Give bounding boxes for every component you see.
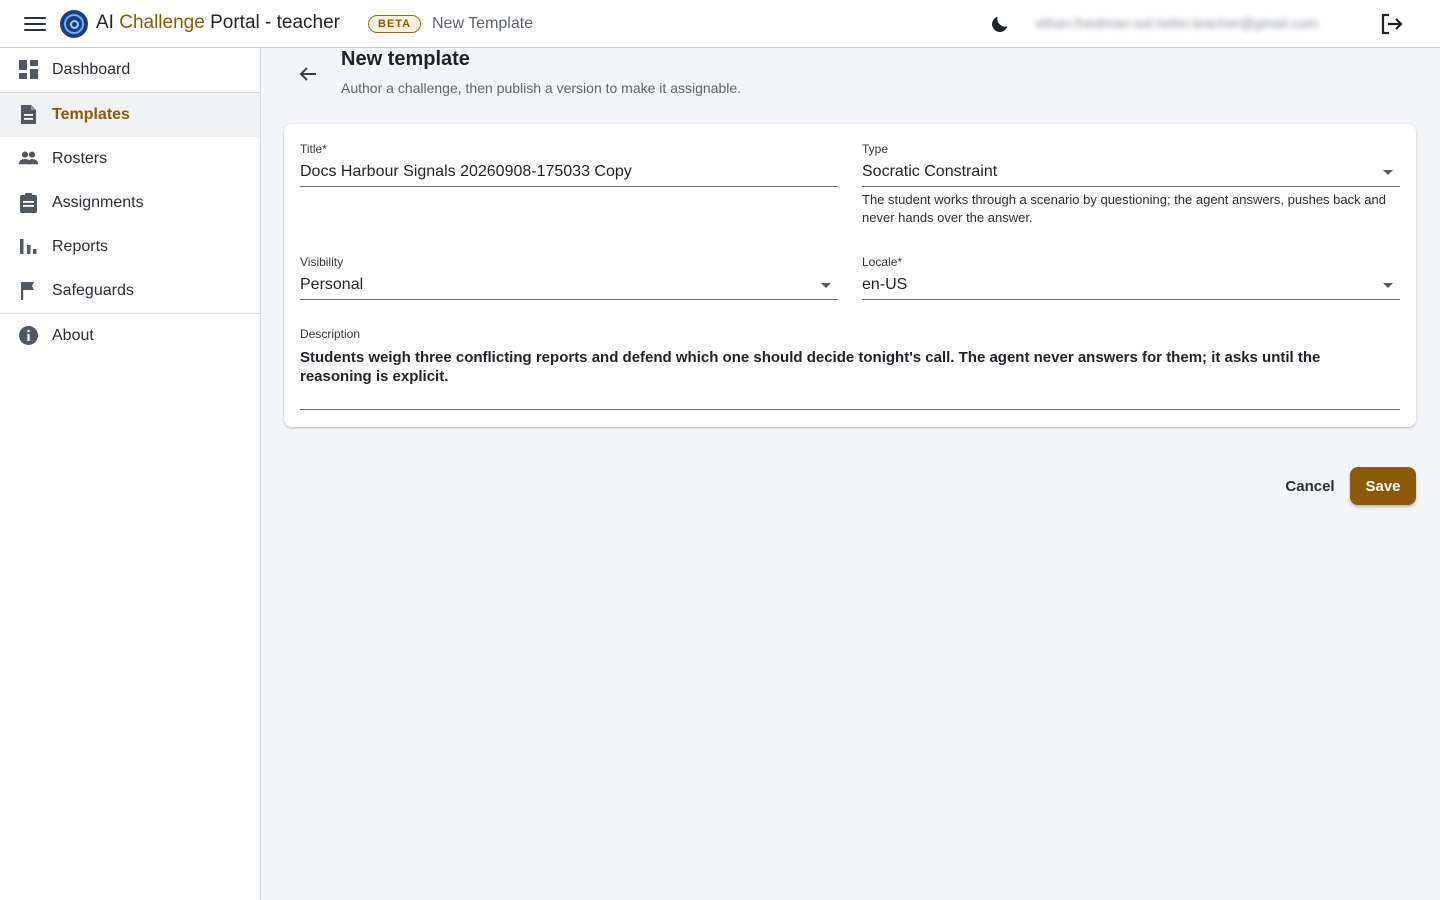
locale-underline	[862, 299, 1400, 300]
dashboard-icon	[19, 60, 38, 79]
type-helper-text: The student works through a scenario by …	[862, 192, 1386, 225]
top-app-bar: AI Challenge Portal - teacher BETA New T…	[0, 0, 1440, 48]
dark-mode-moon-icon[interactable]	[989, 13, 1011, 35]
back-arrow-icon[interactable]	[296, 62, 320, 86]
sidebar-item-label: Templates	[52, 106, 130, 123]
clipboard-icon	[20, 193, 37, 213]
sidebar-item-assignments[interactable]: Assignments	[0, 181, 260, 225]
cancel-button[interactable]: Cancel	[1276, 468, 1344, 504]
header-page-name: New Template	[432, 15, 534, 32]
type-chevron-down-icon[interactable]	[1383, 170, 1393, 175]
description-label: Description	[300, 327, 361, 341]
logout-icon[interactable]	[1379, 12, 1405, 36]
type-underline	[862, 186, 1400, 187]
locale-label: Locale*	[862, 255, 903, 269]
sidebar-item-label: Reports	[52, 238, 109, 255]
locale-select[interactable]: en-US	[862, 276, 907, 294]
sidebar: Dashboard Templates Rosters Assignments …	[0, 48, 261, 900]
sidebar-item-about[interactable]: About	[0, 314, 260, 358]
template-form-card: Title* Docs Harbour Signals 20260908-175…	[284, 124, 1416, 427]
locale-chevron-down-icon[interactable]	[1383, 283, 1393, 288]
sidebar-item-label: Dashboard	[52, 61, 131, 78]
info-icon	[19, 326, 38, 345]
page-title: New template	[341, 48, 470, 70]
sidebar-item-label: Safeguards	[52, 282, 134, 299]
sidebar-item-safeguards[interactable]: Safeguards	[0, 269, 260, 313]
save-button[interactable]: Save	[1350, 467, 1416, 505]
brand-challenge: Challenge	[119, 12, 205, 33]
type-label: Type	[862, 142, 889, 156]
sidebar-item-reports[interactable]: Reports	[0, 225, 260, 269]
title-underline	[300, 186, 838, 187]
sidebar-item-label: Rosters	[52, 150, 108, 167]
sidebar-item-label: About	[52, 327, 94, 344]
visibility-select[interactable]: Personal	[300, 276, 363, 294]
app-title: AI Challenge Portal - teacher	[96, 12, 340, 34]
sidebar-item-dashboard[interactable]: Dashboard	[0, 48, 260, 92]
title-label: Title*	[300, 142, 327, 156]
beta-badge: BETA	[368, 15, 422, 33]
sidebar-item-rosters[interactable]: Rosters	[0, 137, 260, 181]
app-logo	[60, 10, 88, 38]
document-icon	[21, 105, 36, 124]
user-email: ethan.friedman-sol.heller.teacher@gmail.…	[1036, 15, 1318, 31]
sidebar-item-label: Assignments	[52, 194, 144, 211]
flag-icon	[21, 282, 34, 300]
page-subtitle: Author a challenge, then publish a versi…	[341, 80, 742, 96]
bar-chart-icon	[20, 239, 37, 254]
visibility-chevron-down-icon[interactable]	[821, 283, 831, 288]
description-textarea[interactable]: Students weigh three conflicting reports…	[300, 348, 1390, 386]
description-underline	[300, 409, 1400, 410]
people-icon	[18, 151, 39, 165]
visibility-underline	[300, 299, 838, 300]
brand-ai: AI	[96, 12, 114, 33]
sidebar-item-templates[interactable]: Templates	[0, 93, 260, 137]
visibility-label: Visibility	[300, 255, 344, 269]
menu-icon[interactable]	[24, 14, 46, 34]
title-input[interactable]: Docs Harbour Signals 20260908-175033 Cop…	[300, 163, 632, 181]
brand-rest: Portal - teacher	[210, 12, 340, 33]
type-select[interactable]: Socratic Constraint	[862, 163, 997, 181]
